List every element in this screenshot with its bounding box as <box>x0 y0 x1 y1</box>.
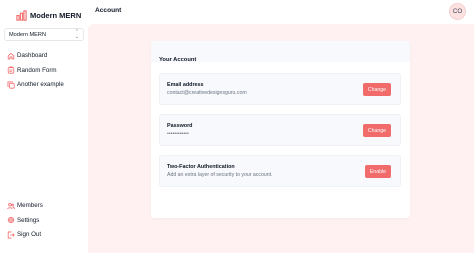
clipboard-icon <box>7 66 15 74</box>
account-card-header: Your Account <box>151 41 410 63</box>
chevron-up-down-icon: ⌃ ⌄ <box>74 28 79 40</box>
sidebar-item-label: Another example <box>17 81 64 89</box>
password-value: •••••••••••• <box>167 131 189 137</box>
change-email-button[interactable]: Change <box>362 83 391 96</box>
gear-icon <box>7 216 15 224</box>
password-row: Password •••••••••••• Change <box>159 114 401 146</box>
sidebar-item-members[interactable]: Members <box>7 200 43 211</box>
sidebar-bottom-nav: Members Settings Sign Out <box>7 200 43 244</box>
email-label: Email address <box>167 82 204 88</box>
users-icon <box>7 202 15 209</box>
workspace-select[interactable]: Modern MERN ⌃ ⌄ <box>4 28 84 41</box>
change-password-button[interactable]: Change <box>362 124 391 137</box>
two-factor-row: Two-Factor Authentication Add an extra l… <box>159 155 401 187</box>
sidebar-item-label: Members <box>17 202 43 209</box>
email-row: Email address contact@creativedesignsgur… <box>159 73 401 105</box>
sidebar-item-dashboard[interactable]: Dashboard <box>7 50 64 61</box>
sidebar-item-random-form[interactable]: Random Form <box>7 65 64 76</box>
two-factor-description: Add an extra layer of security to your a… <box>167 172 273 178</box>
sign-out-icon <box>7 231 15 239</box>
account-card: Your Account Email address contact@creat… <box>151 41 410 218</box>
sidebar-item-label: Settings <box>17 216 40 224</box>
sidebar-item-settings[interactable]: Settings <box>7 215 43 226</box>
main-content: Your Account Email address contact@creat… <box>88 24 474 253</box>
sidebar-item-label: Dashboard <box>17 52 48 59</box>
sidebar-nav: Dashboard Random Form Another example <box>7 50 64 94</box>
brand-name: Modern MERN <box>30 11 82 20</box>
app-root: Modern MERN Modern MERN ⌃ ⌄ Dashboard Ran… <box>0 0 474 253</box>
sidebar: Modern MERN Modern MERN ⌃ ⌄ Dashboard Ran… <box>0 0 88 253</box>
email-value: contact@creativedesignsguru.com <box>167 90 247 96</box>
sidebar-item-label: Random Form <box>17 66 57 74</box>
bar-chart-logo-icon <box>16 10 27 21</box>
two-factor-label: Two-Factor Authentication <box>167 164 235 170</box>
brand[interactable]: Modern MERN <box>16 10 81 21</box>
enable-two-factor-button[interactable]: Enable <box>364 165 391 178</box>
copy-icon <box>7 81 15 89</box>
sidebar-item-label: Sign Out <box>17 231 42 239</box>
sidebar-item-another-example[interactable]: Another example <box>7 79 64 90</box>
account-card-title: Your Account <box>159 57 197 63</box>
sidebar-item-sign-out[interactable]: Sign Out <box>7 229 43 240</box>
home-icon <box>7 52 15 59</box>
password-label: Password <box>167 123 193 129</box>
user-avatar[interactable]: CO <box>449 3 466 20</box>
workspace-select-value: Modern MERN <box>9 31 46 38</box>
page-title: Account <box>95 7 122 14</box>
